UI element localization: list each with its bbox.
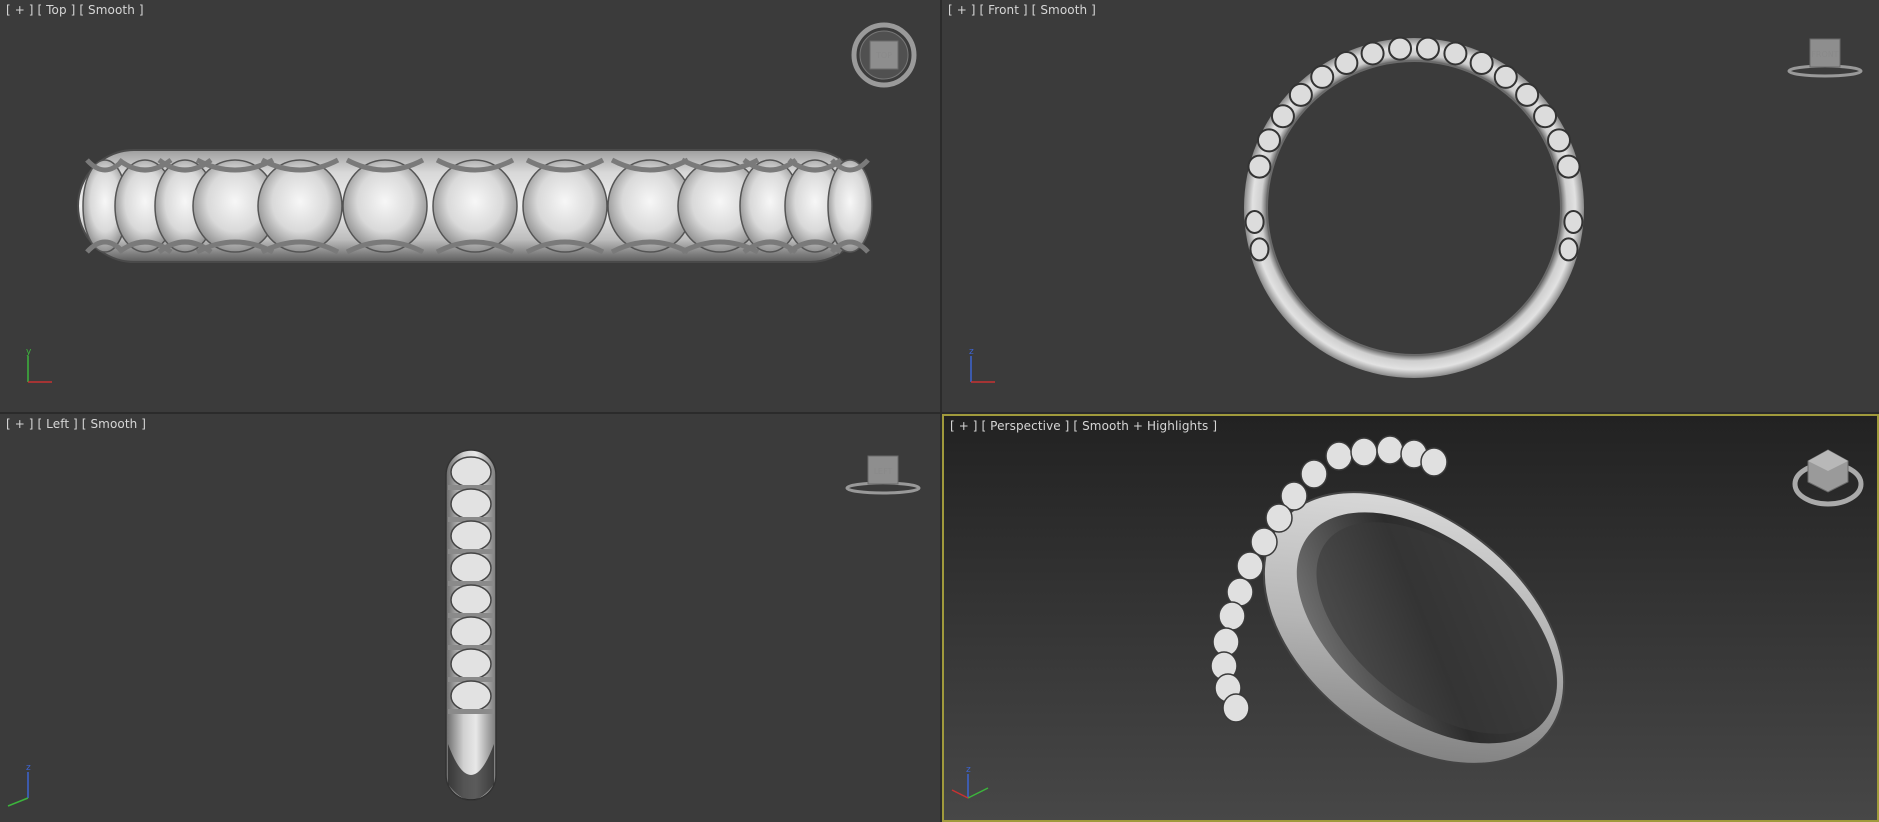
gem [450,456,492,488]
gem [1300,459,1328,489]
gem [827,159,873,253]
gem [1334,50,1359,75]
gem [1558,237,1579,262]
gem [450,616,492,648]
ring-front-view [1244,36,1584,378]
ring-left-view [445,449,497,801]
gem [1493,64,1518,89]
ring-perspective-view [1210,435,1566,765]
viewport-shading-button[interactable]: [ Smooth ] [79,3,143,17]
gem [450,488,492,520]
gem [1350,437,1378,467]
gem [1469,50,1494,75]
gem [1443,41,1468,66]
ring-top-view [77,149,873,263]
gem [1556,154,1581,179]
viewport-layout: [ + ] [ Top ] [ Smooth ] TOP y [+] [F… [0,0,1879,822]
gem [522,159,608,253]
gem [1376,435,1404,465]
gem [1250,527,1278,557]
gem [1249,237,1270,262]
viewport-left[interactable]: [ + ] [ Left ] [ Smooth ] LEFT z [0,414,940,822]
viewport-view-button[interactable]: [ Left ] [37,417,77,431]
gem [1310,64,1335,89]
gem [1244,209,1265,234]
gem [1222,693,1250,723]
gem [1547,128,1572,153]
gem [1415,36,1440,61]
gem [1265,503,1293,533]
gem [450,552,492,584]
viewport-menu-button[interactable]: [ + ] [6,3,34,17]
gem [1388,36,1413,61]
viewport-label-top: [ + ] [ Top ] [ Smooth ] [6,3,144,17]
gem [1533,104,1558,129]
gem [1420,447,1448,477]
gem [1325,441,1353,471]
viewport-menu-button[interactable]: [ + ] [948,3,976,17]
gem [432,159,518,253]
gem [1288,82,1313,107]
gem [1247,154,1272,179]
gem [450,584,492,616]
viewport-menu-button[interactable]: [ + ] [6,417,34,431]
gem [1360,41,1385,66]
viewport-shading-button[interactable]: [ Smooth ] [1032,3,1096,17]
gem [1270,104,1295,129]
gem [1218,601,1246,631]
viewport-shading-button[interactable]: [ Smooth ] [82,417,146,431]
viewport-top[interactable]: [ + ] [ Top ] [ Smooth ] TOP y [0,0,940,412]
gem [257,159,343,253]
viewport-label-front: [ + ] [ Front ] [ Smooth ] [948,3,1096,17]
gem [1236,551,1264,581]
gem [1256,128,1281,153]
viewport-perspective[interactable]: [ + ] [ Perspective ] [ Smooth + Highlig… [942,414,1879,822]
gem [450,648,492,680]
viewport-front[interactable]: [ + ] [ Front ] [ Smooth ] FRONT z [942,0,1879,412]
gem [450,520,492,552]
viewport-view-button[interactable]: [ Front ] [979,3,1027,17]
gem [450,680,492,712]
gem [342,159,428,253]
gem [1563,209,1584,234]
viewport-shading-button[interactable]: [ Smooth + Highlights ] [1073,419,1217,433]
viewport-view-button[interactable]: [ Perspective ] [981,419,1069,433]
viewport-menu-button[interactable]: [ + ] [950,419,978,433]
viewport-label-perspective: [ + ] [ Perspective ] [ Smooth + Highlig… [950,419,1217,433]
gem [1515,82,1540,107]
viewport-view-button[interactable]: [ Top ] [37,3,75,17]
viewport-label-left: [ + ] [ Left ] [ Smooth ] [6,417,146,431]
